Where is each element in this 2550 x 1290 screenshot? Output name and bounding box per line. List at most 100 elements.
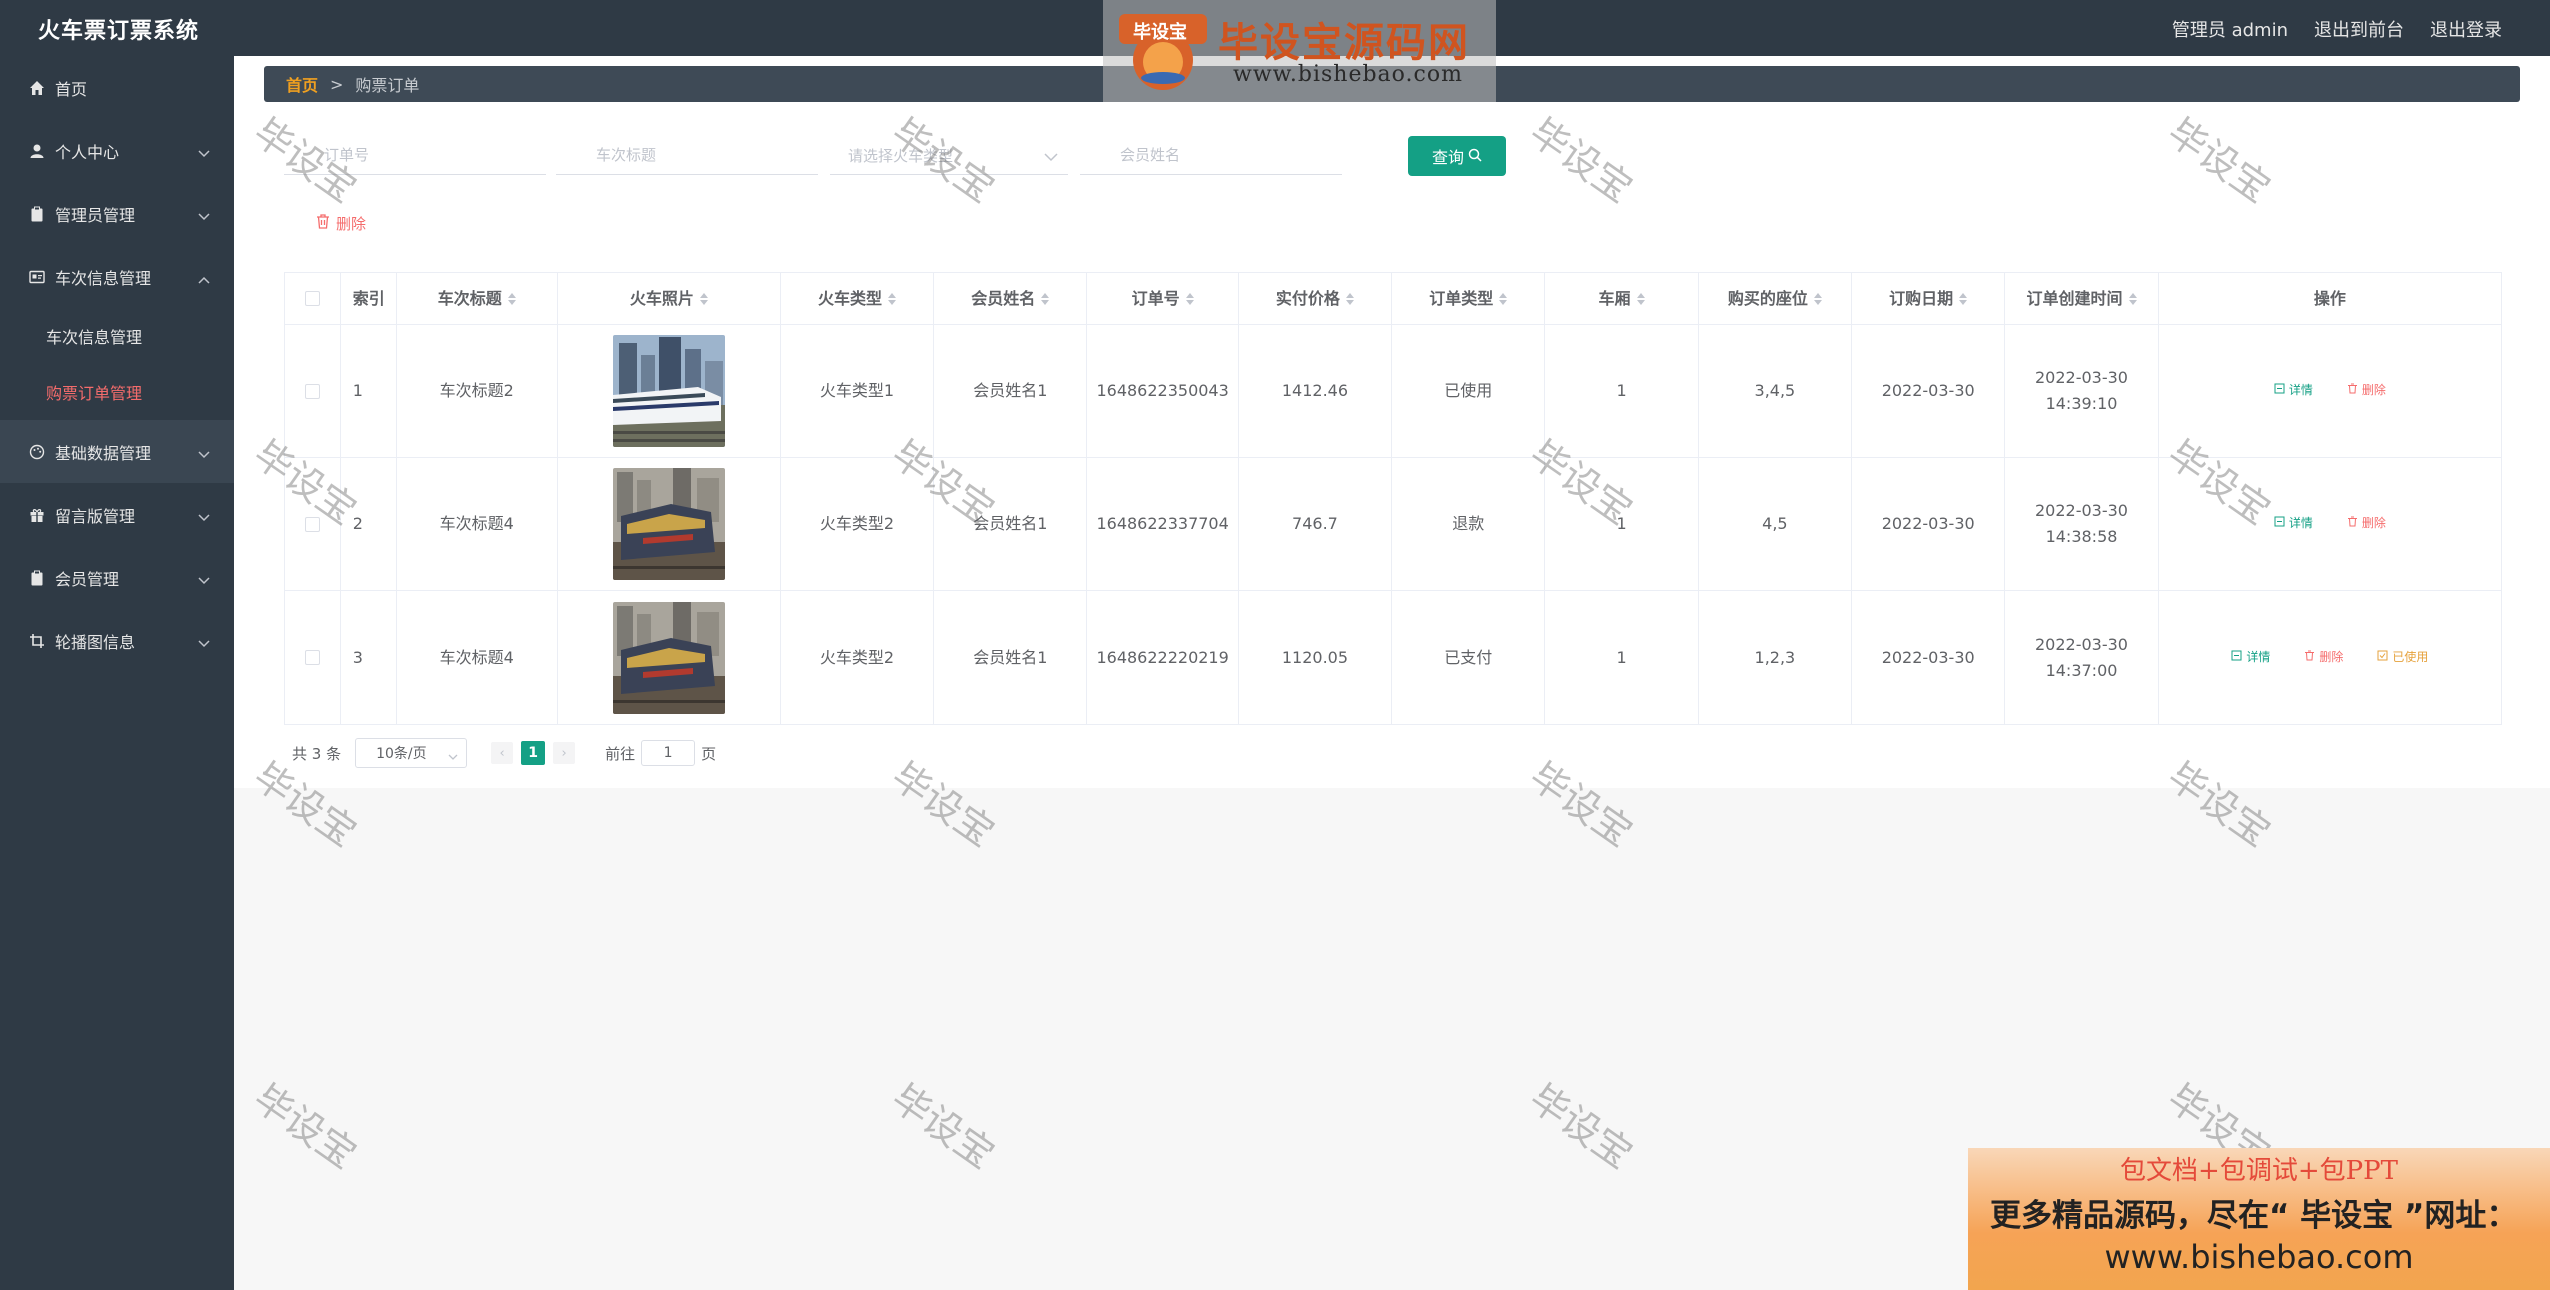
row-actions: 详情 删除 bbox=[2274, 381, 2386, 400]
detail-label: 详情 bbox=[2288, 383, 2313, 398]
header-train-title[interactable]: 车次标题 bbox=[397, 273, 558, 324]
member-name-input[interactable] bbox=[1080, 135, 1342, 175]
row-checkbox[interactable] bbox=[304, 516, 320, 532]
sort-icon bbox=[1345, 292, 1354, 305]
header-train-photo[interactable]: 火车照片 bbox=[558, 273, 781, 324]
cell-index: 2 bbox=[341, 458, 397, 590]
cell-order-no: 1648622350043 bbox=[1087, 325, 1239, 457]
sidebar-item-profile[interactable]: 个人中心 bbox=[0, 119, 234, 182]
sidebar-item-label: 车次信息管理 bbox=[55, 268, 152, 288]
prev-page-button[interactable]: ‹ bbox=[491, 742, 514, 764]
header-order-type[interactable]: 订单类型 bbox=[1392, 273, 1546, 324]
order-no-input[interactable] bbox=[284, 135, 546, 175]
cell-created-time: 2022-03-30 14:37:00 bbox=[2005, 591, 2159, 724]
sidebar: 首页 个人中心 管理员管理 车次信息管理 车次信息管理 购票订单管理 基础数据管… bbox=[0, 56, 234, 1290]
sidebar-item-admin[interactable]: 管理员管理 bbox=[0, 182, 234, 245]
sidebar-item-label: 留言版管理 bbox=[55, 506, 136, 526]
row-actions: 详情 删除 bbox=[2274, 514, 2386, 533]
sidebar-item-label: 轮播图信息 bbox=[55, 632, 136, 652]
header-member-name[interactable]: 会员姓名 bbox=[934, 273, 1088, 324]
cell-order-no: 1648622337704 bbox=[1087, 458, 1239, 590]
cell-seats: 3,4,5 bbox=[1699, 325, 1853, 457]
batch-delete-label: 删除 bbox=[336, 215, 367, 233]
header-order-no[interactable]: 订单号 bbox=[1087, 273, 1239, 324]
cell-ops: 详情 删除 已使用 bbox=[2159, 591, 2501, 724]
delete-button[interactable]: 删除 bbox=[2347, 514, 2386, 533]
train-photo-image[interactable] bbox=[612, 335, 725, 447]
sidebar-item-members[interactable]: 会员管理 bbox=[0, 546, 234, 609]
promo-banner[interactable]: 包文档+包调试+包PPT 更多精品源码，尽在“ 毕设宝 ”网址： www.bis… bbox=[1968, 1148, 2550, 1290]
cell-seats: 1,2,3 bbox=[1699, 591, 1853, 724]
mark-used-button[interactable]: 已使用 bbox=[2377, 648, 2428, 667]
chevron-down-icon bbox=[198, 633, 210, 652]
train-photo-image[interactable] bbox=[612, 468, 725, 580]
sidebar-subitem-ticket-orders[interactable]: 购票订单管理 bbox=[0, 364, 234, 420]
query-button[interactable]: 查询 bbox=[1408, 136, 1506, 176]
sidebar-item-carousel[interactable]: 轮播图信息 bbox=[0, 609, 234, 672]
header-label: 火车类型 bbox=[817, 288, 882, 308]
cell-order-date: 2022-03-30 bbox=[1852, 458, 2006, 590]
detail-label: 详情 bbox=[2288, 516, 2313, 531]
detail-button[interactable]: 详情 bbox=[2231, 648, 2270, 667]
main-content: 首页 > 购票订单 请选择火车类型 查询 删除 索引 车次标题 火车照片 火车类… bbox=[234, 56, 2550, 1290]
row-checkbox[interactable] bbox=[304, 650, 320, 665]
chevron-down-icon bbox=[198, 444, 210, 463]
crop-icon bbox=[27, 633, 47, 649]
select-all-cell bbox=[285, 273, 341, 324]
front-link[interactable]: 退出到前台 bbox=[2314, 16, 2404, 42]
cell-order-date: 2022-03-30 bbox=[1852, 591, 2006, 724]
select-all-checkbox[interactable] bbox=[304, 291, 320, 306]
row-checkbox[interactable] bbox=[304, 383, 320, 399]
cell-train-title: 车次标题4 bbox=[397, 591, 558, 724]
header-car[interactable]: 车厢 bbox=[1545, 273, 1699, 324]
goto-page-input[interactable] bbox=[641, 740, 696, 766]
cell-car: 1 bbox=[1545, 325, 1699, 457]
cell-train-title: 车次标题2 bbox=[397, 325, 558, 457]
sidebar-item-train-info[interactable]: 车次信息管理 bbox=[0, 245, 234, 308]
header-label: 订单类型 bbox=[1429, 288, 1494, 308]
header-train-type[interactable]: 火车类型 bbox=[781, 273, 935, 324]
cell-car: 1 bbox=[1545, 458, 1699, 590]
header-order-date[interactable]: 订购日期 bbox=[1852, 273, 2006, 324]
sidebar-item-messages[interactable]: 留言版管理 bbox=[0, 483, 234, 546]
logout-link[interactable]: 退出登录 bbox=[2430, 16, 2502, 42]
detail-button[interactable]: 详情 bbox=[2274, 381, 2313, 400]
header-label: 购买的座位 bbox=[1727, 288, 1808, 308]
promo-line-2: 更多精品源码，尽在“ 毕设宝 ”网址： bbox=[1990, 1198, 2518, 1234]
cell-order-type: 已支付 bbox=[1392, 591, 1546, 724]
trash-icon bbox=[2304, 648, 2315, 667]
batch-delete-button[interactable]: 删除 bbox=[316, 213, 366, 234]
header-seats[interactable]: 购买的座位 bbox=[1699, 273, 1853, 324]
header-created-time[interactable]: 订单创建时间 bbox=[2005, 273, 2159, 324]
sort-icon bbox=[1636, 292, 1645, 305]
train-type-select[interactable]: 请选择火车类型 bbox=[830, 135, 1068, 175]
sidebar-item-home[interactable]: 首页 bbox=[0, 56, 234, 119]
breadcrumb-home[interactable]: 首页 bbox=[286, 72, 318, 96]
delete-label: 删除 bbox=[2361, 383, 2386, 398]
train-photo-image[interactable] bbox=[612, 601, 725, 714]
detail-button[interactable]: 详情 bbox=[2274, 514, 2313, 533]
promo-url: www.bishebao.com bbox=[2104, 1238, 2414, 1276]
clipboard-icon bbox=[27, 206, 47, 222]
promo-line-1: 包文档+包调试+包PPT bbox=[2120, 1156, 2398, 1186]
page-number-current[interactable]: 1 bbox=[521, 741, 546, 765]
header-price[interactable]: 实付价格 bbox=[1239, 273, 1393, 324]
next-page-button[interactable]: › bbox=[553, 742, 576, 764]
cell-car: 1 bbox=[1545, 591, 1699, 724]
cell-price: 746.7 bbox=[1239, 458, 1393, 590]
mark-used-label: 已使用 bbox=[2392, 649, 2429, 664]
cell-member-name: 会员姓名1 bbox=[934, 458, 1088, 590]
header-label: 订购日期 bbox=[1889, 288, 1954, 308]
cell-train-type: 火车类型1 bbox=[781, 325, 935, 457]
header-index: 索引 bbox=[341, 273, 397, 324]
delete-button[interactable]: 删除 bbox=[2304, 648, 2343, 667]
top-right-links: 管理员 admin 退出到前台 退出登录 bbox=[2172, 16, 2502, 42]
header-label: 订单创建时间 bbox=[2026, 288, 2123, 308]
cell-order-type: 已使用 bbox=[1392, 325, 1546, 457]
delete-button[interactable]: 删除 bbox=[2347, 381, 2386, 400]
sidebar-item-basic-data[interactable]: 基础数据管理 bbox=[0, 420, 234, 483]
train-title-input[interactable] bbox=[556, 135, 818, 175]
sidebar-subitem-train-info[interactable]: 车次信息管理 bbox=[0, 308, 234, 364]
page-size-select[interactable]: 10条/页 bbox=[355, 738, 468, 768]
table-row: 2 车次标题4 火车类型2 会员姓名1 1648622337704 746.7 … bbox=[285, 458, 2501, 591]
